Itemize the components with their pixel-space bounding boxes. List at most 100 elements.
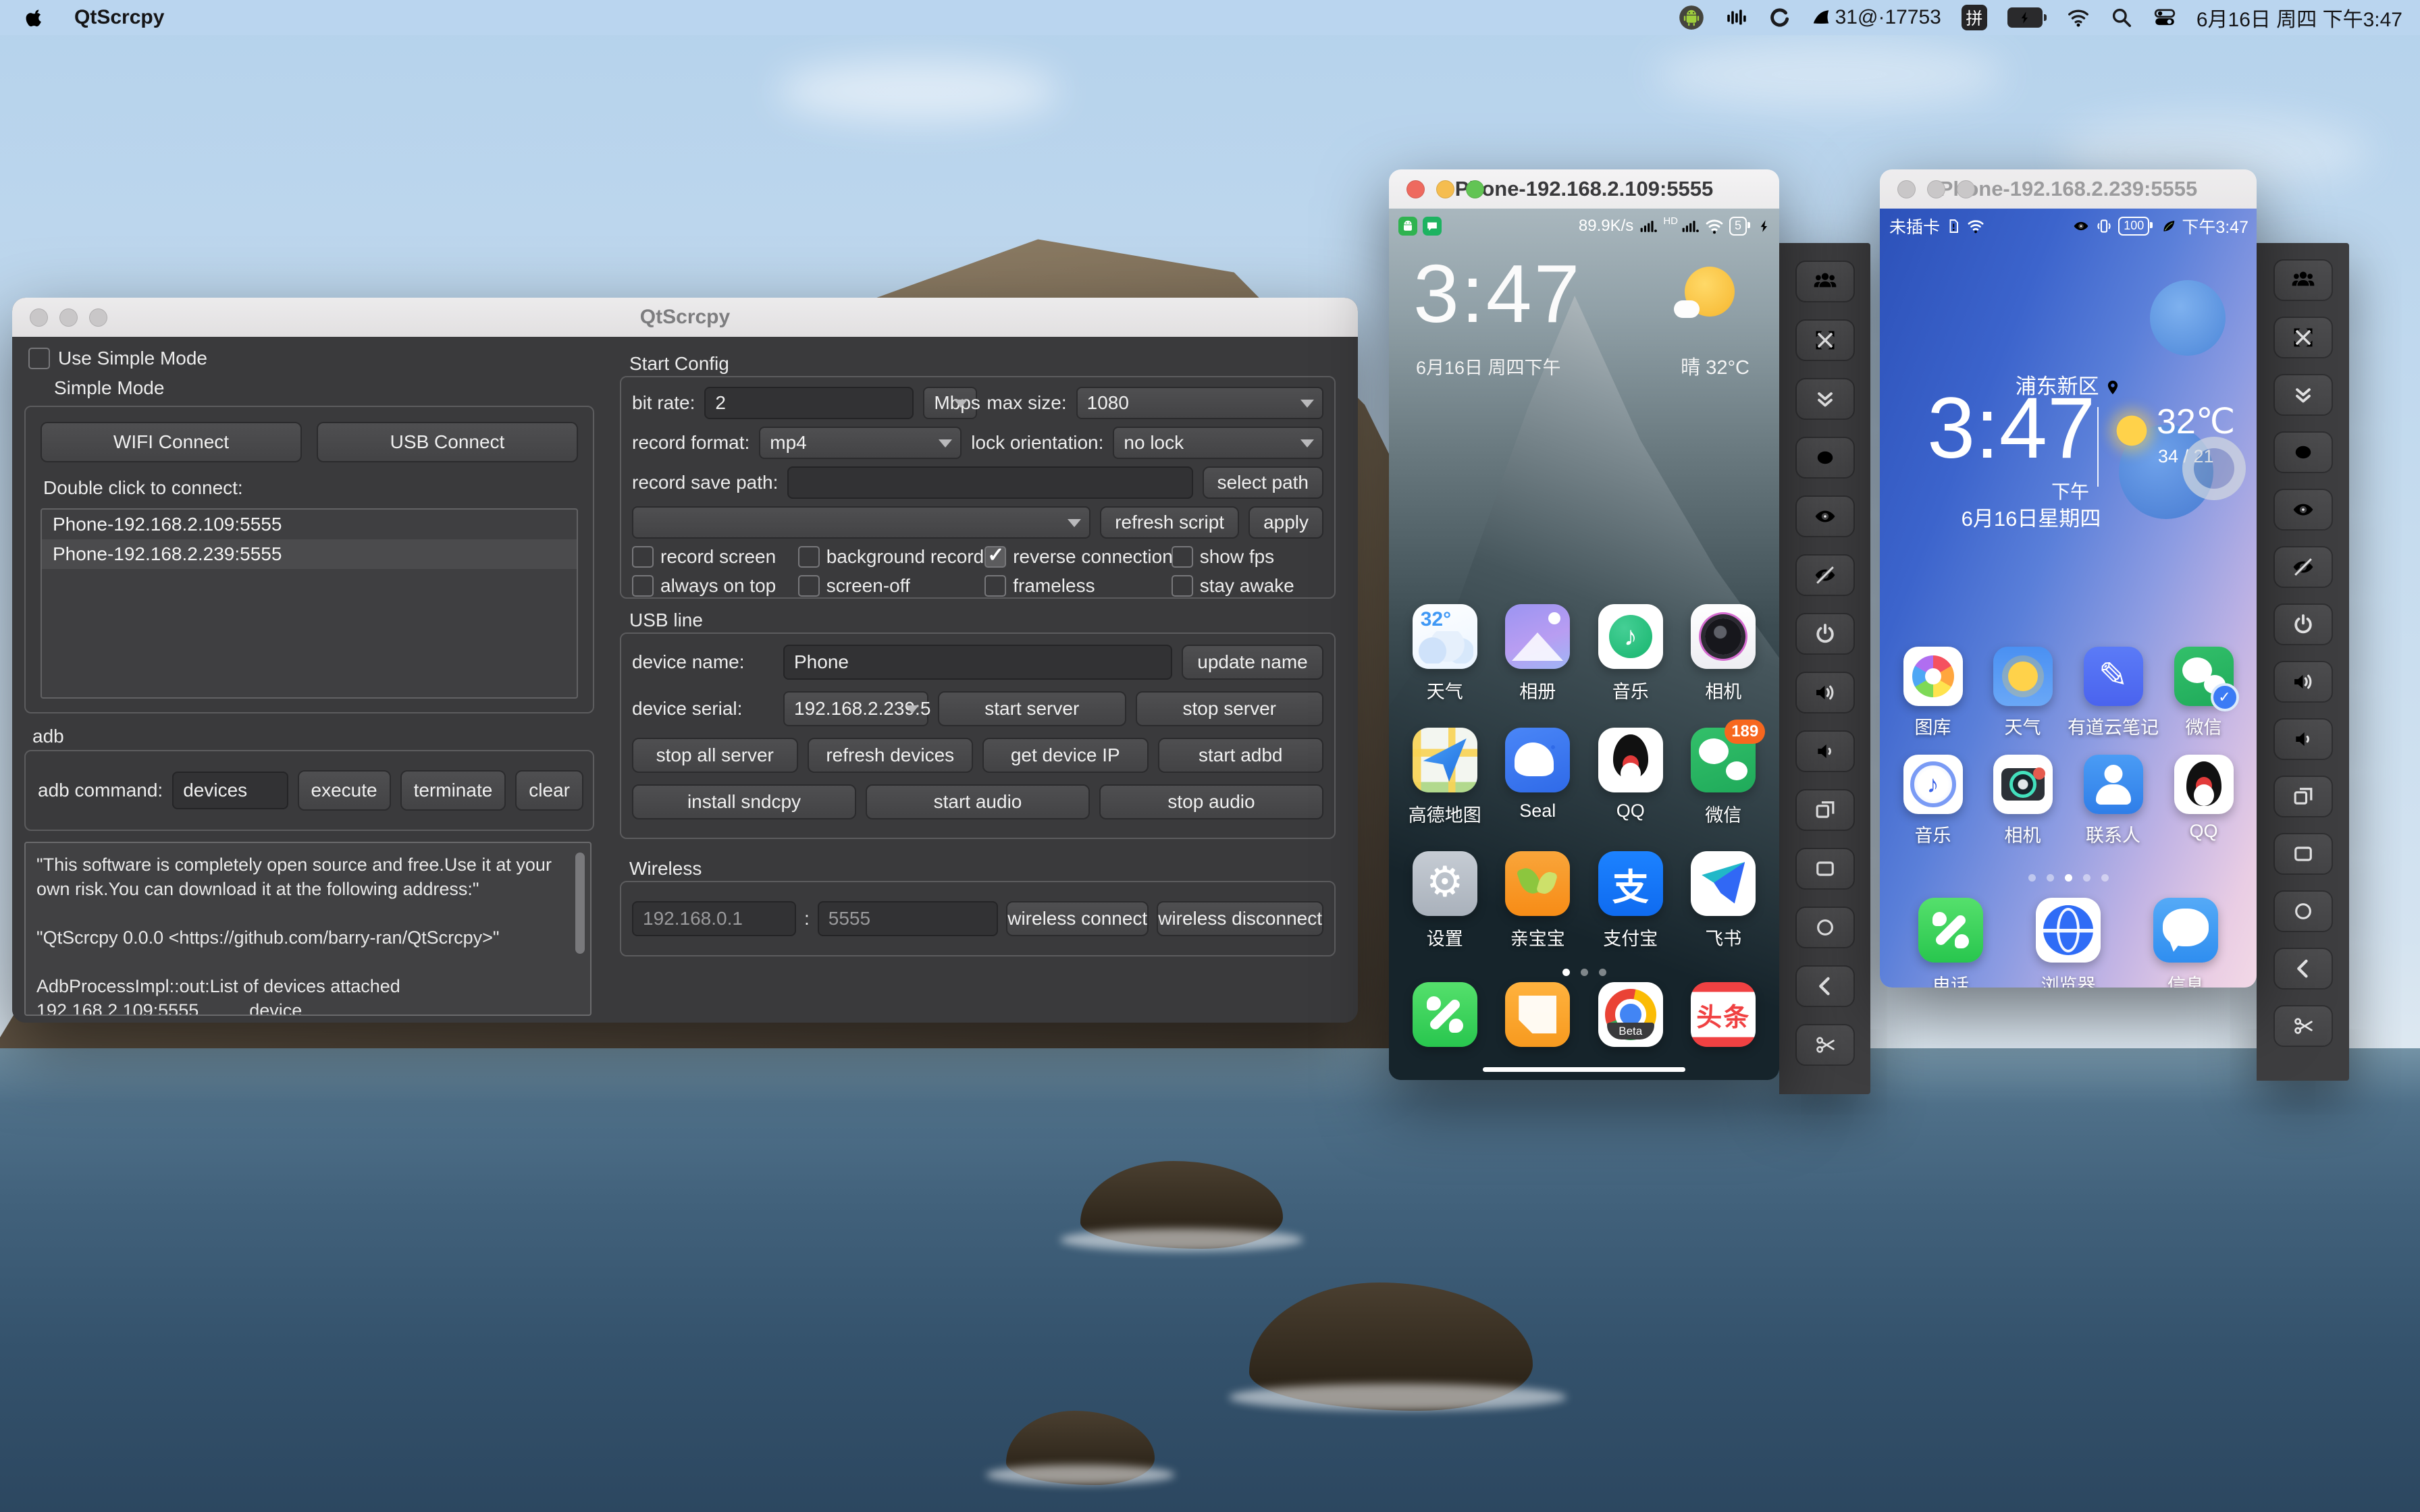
get-device-ip-button[interactable]: get device IP xyxy=(982,738,1149,773)
volume-down-button[interactable] xyxy=(2273,718,2333,760)
zoom-button[interactable] xyxy=(1957,180,1975,198)
start-adbd-button[interactable]: start adbd xyxy=(1157,738,1323,773)
group-control-button[interactable] xyxy=(1795,261,1855,302)
screen-on-button[interactable] xyxy=(1795,495,1855,537)
screenshot-button[interactable] xyxy=(2273,1005,2333,1047)
app-youdao[interactable]: 有道云笔记 xyxy=(2068,647,2159,755)
zoom-button[interactable] xyxy=(89,308,107,327)
assistive-ball[interactable] xyxy=(2182,437,2246,500)
start-audio-button[interactable]: start audio xyxy=(866,784,1090,819)
expand-notification-button[interactable] xyxy=(1795,378,1855,420)
usb-connect-button[interactable]: USB Connect xyxy=(317,422,578,462)
device-list-item[interactable]: Phone-192.168.2.109:5555 xyxy=(42,510,577,539)
app-hw-messages[interactable]: 信息 xyxy=(2153,898,2218,988)
qtscrcpy-title-bar[interactable]: QtScrcpy xyxy=(12,298,1358,338)
start-server-button[interactable]: start server xyxy=(938,691,1126,726)
adb-command-input[interactable]: devices xyxy=(172,772,288,809)
select-path-button[interactable]: select path xyxy=(1202,466,1323,499)
close-button[interactable] xyxy=(1897,180,1916,198)
menu-button[interactable] xyxy=(1795,848,1855,890)
app-feishu[interactable]: 飞书 xyxy=(1677,851,1770,975)
bit-rate-input[interactable]: 2 xyxy=(704,387,914,419)
stats-bars-icon[interactable] xyxy=(1725,6,1747,29)
search-icon[interactable] xyxy=(2110,6,2133,29)
use-simple-mode-checkbox[interactable] xyxy=(28,348,50,369)
device-list[interactable]: Phone-192.168.2.109:5555 Phone-192.168.2… xyxy=(41,508,578,699)
zoom-button[interactable] xyxy=(1466,180,1484,198)
terminate-button[interactable]: terminate xyxy=(400,770,506,811)
fullscreen-button[interactable] xyxy=(2273,317,2333,358)
control-center-icon[interactable] xyxy=(2153,6,2176,29)
show-fps-checkbox[interactable] xyxy=(1171,546,1193,568)
touch-button[interactable] xyxy=(1795,437,1855,479)
volume-up-button[interactable] xyxy=(1795,672,1855,713)
clear-button[interactable]: clear xyxy=(515,770,583,811)
reverse-connection-checkbox[interactable] xyxy=(984,543,1007,568)
active-app-name[interactable]: QtScrcpy xyxy=(74,6,164,29)
screen-off-checkbox[interactable] xyxy=(797,575,820,597)
stay-awake-checkbox[interactable] xyxy=(1171,575,1193,597)
execute-button[interactable]: execute xyxy=(297,770,391,811)
wireless-ip-input[interactable]: 192.168.0.1 xyxy=(632,901,796,936)
app-phone[interactable] xyxy=(1398,982,1492,1063)
script-select[interactable] xyxy=(632,506,1091,539)
menu-bar-clock[interactable]: 6月16日 周四 下午3:47 xyxy=(2197,3,2402,32)
input-method-badge[interactable]: 拼 xyxy=(1961,5,1987,30)
app-contacts[interactable]: 联系人 xyxy=(2068,755,2159,863)
refresh-script-button[interactable]: refresh script xyxy=(1100,506,1240,539)
frameless-option[interactable]: frameless xyxy=(984,575,1171,597)
always-on-top-checkbox[interactable] xyxy=(632,575,654,597)
app-toutiao[interactable]: 头条 xyxy=(1677,982,1770,1063)
app-wechat2[interactable]: ✓ 微信 xyxy=(2159,647,2248,755)
minimize-button[interactable] xyxy=(1436,180,1454,198)
volume-up-button[interactable] xyxy=(2273,661,2333,703)
record-screen-checkbox[interactable] xyxy=(632,546,654,568)
show-fps-option[interactable]: show fps xyxy=(1171,546,1323,568)
app-switch-button[interactable] xyxy=(2273,776,2333,817)
app-qinbaobao[interactable]: 亲宝宝 xyxy=(1492,851,1585,975)
screen-on-button[interactable] xyxy=(2273,489,2333,531)
bit-rate-unit-select[interactable]: Mbps xyxy=(923,387,980,419)
wireless-port-input[interactable]: 5555 xyxy=(817,901,999,936)
battery-charging-icon[interactable] xyxy=(2007,7,2047,28)
back-button[interactable] xyxy=(1795,965,1855,1007)
minimize-button[interactable] xyxy=(59,308,78,327)
wifi-icon[interactable] xyxy=(2067,6,2090,29)
adb-log-output[interactable]: "This software is completely open source… xyxy=(24,842,591,1016)
log-scrollbar[interactable] xyxy=(575,853,585,954)
apply-button[interactable]: apply xyxy=(1248,506,1323,539)
app-qq[interactable]: QQ xyxy=(1584,728,1677,851)
app-qq2[interactable]: QQ xyxy=(2159,755,2248,863)
app-amap[interactable]: 高德地图 xyxy=(1398,728,1492,851)
phone1-home-indicator[interactable] xyxy=(1483,1067,1685,1072)
phone1-title-bar[interactable]: Phone-192.168.2.109:5555 xyxy=(1389,169,1779,209)
device-serial-select[interactable]: 192.168.2.239:5 xyxy=(783,691,930,726)
screenshot-button[interactable] xyxy=(1795,1024,1855,1066)
refresh-devices-button[interactable]: refresh devices xyxy=(807,738,973,773)
back-button[interactable] xyxy=(2273,948,2333,990)
use-simple-mode-row[interactable]: Use Simple Mode xyxy=(28,348,207,369)
minimize-button[interactable] xyxy=(1927,180,1945,198)
close-button[interactable] xyxy=(1406,180,1425,198)
network-monitor[interactable]: 31@·17753 xyxy=(1811,6,1941,29)
app-switch-button[interactable] xyxy=(1795,789,1855,831)
wireless-connect-button[interactable]: wireless connect xyxy=(1006,901,1149,936)
swirl-app-icon[interactable] xyxy=(1768,6,1791,29)
background-record-option[interactable]: background record xyxy=(797,546,984,568)
app-chrome[interactable]: Beta xyxy=(1584,982,1677,1063)
volume-down-button[interactable] xyxy=(1795,730,1855,772)
power-button[interactable] xyxy=(2273,603,2333,645)
touch-button[interactable] xyxy=(2273,431,2333,473)
stay-awake-option[interactable]: stay awake xyxy=(1171,575,1323,597)
home-button[interactable] xyxy=(2273,890,2333,932)
app-hw-weather[interactable]: 天气 xyxy=(1978,647,2068,755)
stop-server-button[interactable]: stop server xyxy=(1135,691,1323,726)
app-settings[interactable]: 设置 xyxy=(1398,851,1492,975)
close-button[interactable] xyxy=(30,308,48,327)
device-name-input[interactable]: Phone xyxy=(783,645,1172,680)
record-save-path-input[interactable] xyxy=(787,466,1193,499)
menu-button[interactable] xyxy=(2273,833,2333,875)
app-camera[interactable]: 相机 xyxy=(1677,604,1770,728)
app-hw-camera[interactable]: 相机 xyxy=(1978,755,2068,863)
app-hw-browser[interactable]: 浏览器 xyxy=(2036,898,2101,988)
